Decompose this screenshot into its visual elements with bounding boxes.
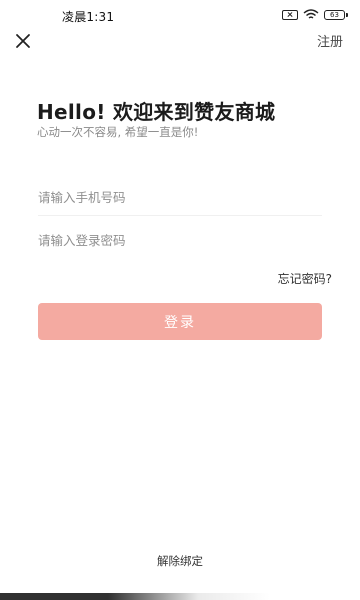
register-link[interactable]: 注册 <box>317 31 343 50</box>
forgot-password-link[interactable]: 忘记密码? <box>278 270 332 287</box>
password-field <box>38 222 322 258</box>
login-button[interactable]: 登录 <box>38 303 322 340</box>
battery-icon: 63 <box>324 9 348 20</box>
unbind-link[interactable]: 解除绑定 <box>0 553 360 569</box>
phone-field <box>38 180 322 216</box>
wifi-icon <box>303 9 319 19</box>
password-input[interactable] <box>38 222 322 258</box>
sim-card-icon <box>282 9 298 20</box>
welcome-subtitle: 心动一次不容易, 希望一直是你! <box>37 125 199 139</box>
close-icon <box>16 34 30 48</box>
gesture-bar[interactable] <box>0 593 360 600</box>
status-icons: 63 <box>282 9 348 20</box>
phone-input[interactable] <box>38 180 322 215</box>
welcome-title: Hello! 欢迎来到赞友商城 <box>37 100 276 124</box>
battery-tip <box>346 12 348 17</box>
battery-level: 63 <box>324 9 345 20</box>
login-screen: 凌晨1:31 63 注册 Hello! 欢迎来到赞友商城 心动一次不容易, 希望… <box>0 0 360 600</box>
close-button[interactable] <box>12 30 34 52</box>
status-time: 凌晨1:31 <box>62 10 115 24</box>
status-bar: 凌晨1:31 63 <box>0 0 360 28</box>
